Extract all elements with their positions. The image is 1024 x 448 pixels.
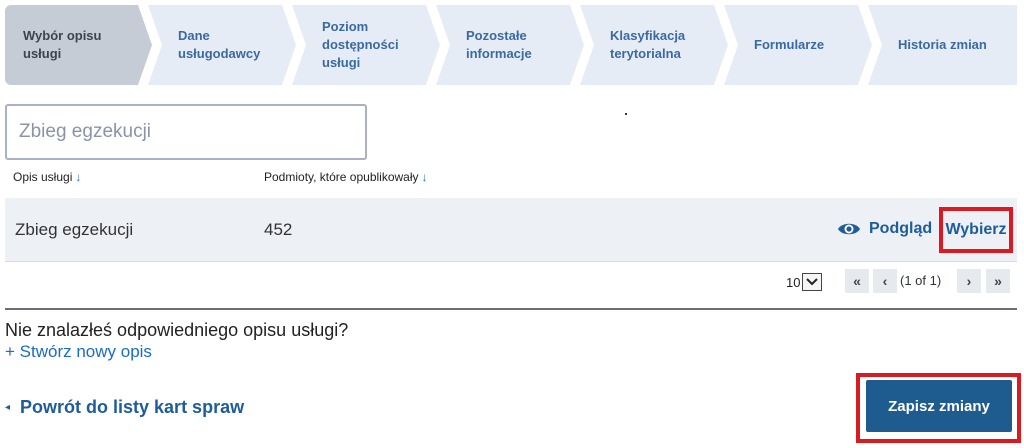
column-header-description[interactable]: Opis usługi ↓ — [13, 170, 81, 184]
step-label: Historia zmian — [898, 37, 987, 52]
step-label: Wybór opisu usługi — [23, 28, 102, 61]
preview-label: Podgląd — [869, 220, 933, 237]
step-other-info[interactable]: Pozostałe informacje — [436, 5, 584, 85]
preview-button[interactable]: Podgląd — [837, 216, 932, 242]
steps-navigation: Wybór opisu usługi Dane usługodawcy Pozi… — [5, 5, 1017, 85]
table-row: Zbieg egzekucji 452 Podgląd Wybierz — [5, 198, 1017, 262]
step-territorial-classification[interactable]: Klasyfikacja terytorialna — [580, 5, 728, 85]
cell-description: Zbieg egzekucji — [15, 220, 134, 239]
stray-dot — [625, 113, 627, 115]
back-label: Powrót do listy kart spraw — [20, 397, 245, 417]
search-input[interactable] — [5, 104, 367, 160]
page-info: (1 of 1) — [900, 273, 942, 288]
back-link[interactable]: ◂ Powrót do listy kart spraw — [5, 397, 244, 418]
step-label: Pozostałe informacje — [466, 28, 532, 61]
step-forms[interactable]: Formularze — [724, 5, 872, 85]
divider — [5, 308, 1017, 310]
eye-icon — [837, 221, 861, 237]
step-label: Klasyfikacja terytorialna — [610, 28, 686, 61]
page-size-select[interactable]: 10 — [786, 271, 830, 293]
column-header-publishers[interactable]: Podmioty, które opublikowały ↓ — [264, 170, 428, 184]
create-description-link[interactable]: + Stwórz nowy opis — [5, 342, 152, 362]
step-label: Poziom dostępności usługi — [322, 19, 399, 70]
triangle-left-icon: ◂ — [5, 402, 11, 413]
choose-highlight-frame: Wybierz — [939, 207, 1013, 253]
step-label: Dane usługodawcy — [178, 28, 261, 61]
prev-page-button[interactable]: ‹ — [873, 269, 897, 293]
chevron-down-icon — [802, 273, 823, 291]
cell-count: 452 — [264, 220, 293, 239]
step-service-description[interactable]: Wybór opisu usługi — [5, 5, 152, 85]
first-page-button[interactable]: « — [845, 269, 869, 293]
not-found-text: Nie znalazłeś odpowiedniego opisu usługi… — [5, 320, 349, 340]
step-provider-data[interactable]: Dane usługodawcy — [148, 5, 296, 85]
save-button[interactable]: Zapisz zmiany — [866, 380, 1012, 432]
step-availability-level[interactable]: Poziom dostępności usługi — [292, 5, 440, 85]
next-page-button[interactable]: › — [957, 269, 981, 293]
step-history[interactable]: Historia zmian — [868, 5, 1017, 85]
sort-down-icon: ↓ — [75, 170, 82, 184]
step-label: Formularze — [754, 37, 825, 52]
choose-button[interactable]: Wybierz — [945, 221, 1006, 239]
sort-down-icon: ↓ — [421, 170, 428, 184]
page-size-value: 10 — [786, 274, 801, 290]
column-label: Opis usługi — [13, 170, 73, 184]
last-page-button[interactable]: » — [986, 269, 1010, 293]
column-label: Podmioty, które opublikowały — [264, 170, 419, 184]
